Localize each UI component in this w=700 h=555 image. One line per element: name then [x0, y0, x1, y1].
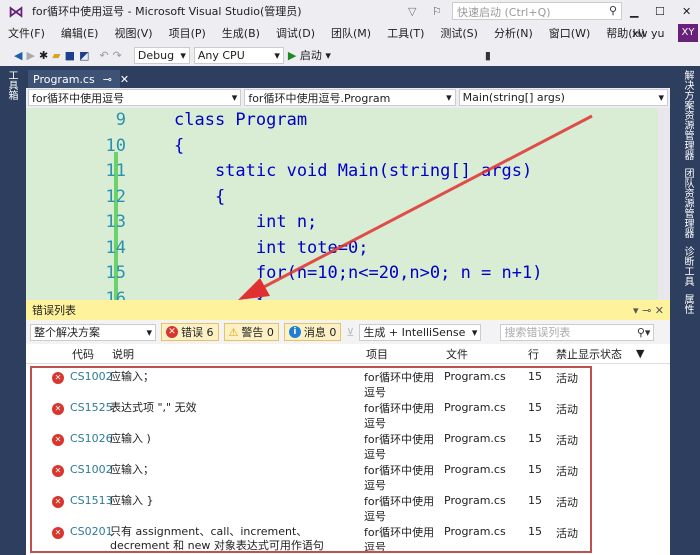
code-line[interactable]: for(n=10;n<=20,n>0; n = n+1) — [174, 263, 543, 283]
maximize-button[interactable]: ☐ — [655, 5, 665, 18]
new-project-icon[interactable]: ✱ — [39, 49, 48, 62]
filter-icon[interactable]: ▽ — [408, 5, 416, 18]
highlight-box — [30, 366, 592, 553]
line-number: 14 — [105, 237, 126, 258]
menu-team[interactable]: 团队(M) — [323, 25, 379, 41]
save-all-icon[interactable]: ◩ — [79, 49, 89, 62]
column-code[interactable]: 代码 — [72, 346, 94, 362]
line-number: 13 — [105, 212, 126, 232]
minimize-button[interactable]: ▁ — [630, 5, 638, 18]
error-list-column-header: 代码 说明 项目 文件 行 禁止显示状态 ▼ — [26, 344, 670, 364]
column-description[interactable]: 说明 — [112, 346, 134, 362]
line-number: 16 — [105, 288, 126, 301]
code-line[interactable]: { — [174, 289, 266, 301]
right-tool-strip: 解决方案资源管理器 团队资源管理器 诊断工具 属性 — [676, 66, 700, 555]
messages-filter-button[interactable]: i 消息 0 — [283, 323, 342, 341]
open-icon[interactable]: ▰ — [52, 49, 60, 62]
class-dropdown[interactable]: for循环中使用逗号.Program ▾ — [244, 89, 456, 106]
search-icon: ⚲▾ — [636, 325, 651, 339]
line-number: 15 — [105, 263, 126, 283]
info-icon: i — [288, 326, 301, 338]
column-filter-icon[interactable]: ▼ — [636, 347, 644, 360]
save-icon[interactable]: ■ — [65, 49, 75, 62]
code-editor[interactable]: 9 class Program 10 {11 static void Main(str… — [26, 108, 670, 300]
platform-dropdown[interactable]: Any CPU ▾ — [193, 46, 284, 64]
search-icon: ⚲ — [608, 4, 617, 17]
start-button[interactable]: ▶ 启动 ▾ — [288, 47, 331, 63]
panel-controls[interactable]: ▾ ⊸ ✕ — [633, 304, 664, 317]
code-line[interactable]: { — [174, 187, 225, 207]
line-number: 11 — [105, 161, 126, 181]
line-number: 12 — [105, 186, 126, 207]
column-file[interactable]: 文件 — [446, 346, 468, 362]
warnings-filter-button[interactable]: ⚠ 警告 0 — [223, 323, 279, 341]
solution-explorer-tab[interactable]: 解决方案资源管理器 — [676, 66, 699, 164]
menu-test[interactable]: 测试(S) — [432, 25, 486, 41]
menu-tools[interactable]: 工具(T) — [379, 25, 432, 41]
vs-logo-icon: ⋈ — [8, 1, 24, 21]
error-list-toolbar: 整个解决方案 ▾ ✕ 错误 6 ⚠ 警告 0 i 消息 0 ⊻ 生成 + Intelli… — [26, 320, 670, 344]
close-tab-icon[interactable]: ✕ — [120, 73, 129, 86]
menu-debug[interactable]: 调试(D) — [268, 25, 323, 41]
menu-bar: 文件(F) 编辑(E) 视图(V) 项目(P) 生成(B) 调试(D) 团队(M… — [0, 22, 700, 44]
properties-tab[interactable]: 属性 — [676, 290, 699, 318]
clear-filter-icon[interactable]: ⊻ — [346, 326, 354, 339]
error-list-header: 错误列表 ▾ ⊸ ✕ — [26, 300, 670, 320]
close-button[interactable]: ✕ — [682, 5, 691, 18]
quick-launch-input[interactable]: 快速启动 (Ctrl+Q) ⚲ — [452, 2, 622, 20]
back-icon[interactable]: ◀ — [14, 49, 22, 62]
bookmark-icon[interactable]: ▮ — [485, 49, 491, 62]
editor-scrollbar[interactable] — [658, 108, 670, 300]
menu-project[interactable]: 项目(P) — [161, 25, 214, 41]
title-bar: ⋈ for循环中使用逗号 - Microsoft Visual Studio(管… — [0, 0, 700, 22]
navigation-bar: for循环中使用逗号 ▾ for循环中使用逗号.Program ▾ Main(str… — [26, 88, 670, 108]
column-project[interactable]: 项目 — [366, 346, 388, 362]
forward-icon[interactable]: ▶ — [26, 49, 34, 62]
code-line[interactable]: class Program — [174, 110, 307, 130]
menu-edit[interactable]: 编辑(E) — [53, 25, 107, 41]
toolbar: ◀ ▶ ✱ ▰ ■ ◩ ↶ ↷ Debug ▾ Any CPU ▾ ▶ 启动 ▾ ▮ — [0, 44, 700, 66]
member-dropdown[interactable]: Main(string[] args) ▾ — [458, 89, 668, 106]
code-line[interactable]: int tote=0; — [174, 238, 369, 258]
scope-dropdown[interactable]: 整个解决方案 ▾ — [30, 323, 156, 341]
menu-file[interactable]: 文件(F) — [0, 25, 53, 41]
project-dropdown[interactable]: for循环中使用逗号 ▾ — [28, 89, 242, 106]
team-explorer-tab[interactable]: 团队资源管理器 — [676, 164, 699, 242]
code-line[interactable]: static void Main(string[] args) — [174, 161, 532, 181]
line-number: 10 — [105, 135, 126, 156]
code-line[interactable]: { — [174, 136, 184, 156]
undo-icon[interactable]: ↶ — [99, 49, 108, 62]
error-icon: ✕ — [166, 326, 178, 338]
config-dropdown[interactable]: Debug ▾ — [133, 46, 190, 64]
redo-icon[interactable]: ↷ — [113, 49, 122, 62]
menu-build[interactable]: 生成(B) — [214, 25, 268, 41]
tab-program-cs[interactable]: Program.cs ⊸ ✕ — [28, 70, 129, 88]
warning-icon: ⚠ — [228, 325, 239, 339]
column-line[interactable]: 行 — [528, 346, 539, 362]
diagnostics-tab[interactable]: 诊断工具 — [676, 242, 699, 290]
code-line[interactable]: int n; — [174, 212, 317, 232]
menu-analyze[interactable]: 分析(N) — [486, 25, 541, 41]
menu-window[interactable]: 窗口(W) — [541, 25, 598, 41]
errors-filter-button[interactable]: ✕ 错误 6 — [161, 323, 219, 341]
user-avatar[interactable]: XY — [678, 24, 698, 42]
line-number: 9 — [115, 110, 126, 130]
source-dropdown[interactable]: 生成 + IntelliSense ▾ — [359, 323, 482, 341]
window-title: for循环中使用逗号 - Microsoft Visual Studio(管理员… — [32, 5, 302, 18]
search-error-list-input[interactable]: 搜索错误列表 ⚲▾ — [500, 323, 655, 341]
document-tab-bar: Program.cs ⊸ ✕ — [24, 66, 676, 88]
user-name[interactable]: xw yu — [632, 27, 664, 40]
toolbox-tab[interactable]: 工具箱 — [0, 66, 23, 104]
feedback-icon[interactable]: ⚐ — [432, 5, 442, 18]
pin-icon[interactable]: ⊸ — [103, 73, 112, 86]
play-icon: ▶ — [287, 49, 297, 62]
column-suppression-state[interactable]: 禁止显示状态 — [556, 346, 622, 362]
left-tool-strip: 工具箱 — [0, 66, 24, 555]
menu-view[interactable]: 视图(V) — [106, 25, 160, 41]
error-list-title: 错误列表 — [32, 304, 76, 317]
